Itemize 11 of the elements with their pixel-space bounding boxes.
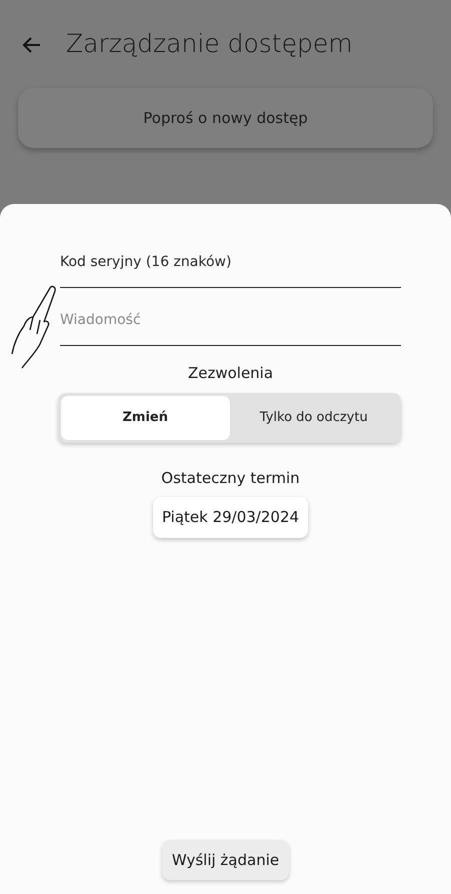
permission-option[interactable]: Tylko do odczytu xyxy=(230,396,398,440)
text-field[interactable]: Wiadomość xyxy=(60,300,401,346)
permission-option[interactable]: Zmień xyxy=(61,396,230,440)
permissions-label: Zezwolenia xyxy=(186,363,274,384)
text-field[interactable]: Kod seryjny (16 znaków) xyxy=(60,242,401,288)
screen-title: Zarządzanie dostępem xyxy=(66,28,353,60)
pointing-hand-icon xyxy=(10,284,58,370)
send-request-button[interactable]: Wyślij żądanie xyxy=(162,840,290,880)
date-button[interactable]: Piątek 29/03/2024 xyxy=(152,497,308,538)
deadline-label: Ostateczny termin xyxy=(160,468,301,488)
request-access-button[interactable]: Poproś o nowy dostęp xyxy=(18,88,433,148)
